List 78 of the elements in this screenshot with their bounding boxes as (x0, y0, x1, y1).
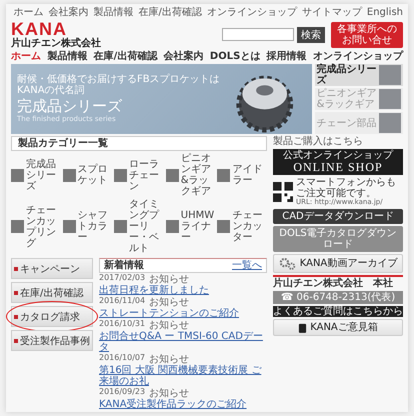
photo-placeholder (379, 113, 401, 133)
photo-placeholder (62, 168, 76, 182)
photo-placeholder (217, 220, 230, 233)
nav-tab[interactable]: オンラインショップ (312, 51, 403, 62)
header-link[interactable]: 会社案内 (48, 7, 89, 18)
logo-text: KANA (11, 20, 67, 38)
category-link[interactable]: チェーンカッター (232, 210, 267, 243)
nav-tab[interactable]: 会社案内 (164, 51, 204, 62)
series-tab[interactable]: 完成品シリーズ (314, 64, 403, 86)
news-link[interactable]: 第16回 大阪 関西機械要素技術展 ご来場のお礼 (99, 365, 267, 387)
photo-placeholder (11, 168, 24, 182)
qr-code-icon (273, 182, 293, 202)
photo-placeholder (114, 168, 128, 182)
hero-tagline: 耐候・低価格でお届けするFBスプロケットは KANAの代名詞 (17, 74, 220, 96)
photo-placeholder (166, 168, 179, 182)
head-office-label: 片山チエン株式会社 本社 (273, 274, 403, 289)
news-date: 2016/11/04 (99, 297, 146, 307)
news-link[interactable]: 出荷日程を更新しました (99, 285, 267, 296)
qr-caption: スマートフォンからもご注文可能です。 (296, 177, 397, 200)
category-link[interactable]: 完成品シリーズ (26, 158, 61, 192)
news-date: 2016/09/23 (99, 388, 146, 398)
section-heading: 製品ご購入はこちら (273, 136, 364, 147)
shop-banner[interactable]: 公式オンラインショップ ONLINE SHOP (273, 149, 403, 176)
category-link[interactable]: ピニオンギア&ラックギア (180, 153, 216, 197)
photo-placeholder (217, 168, 230, 182)
cad-download-button[interactable]: CADデータダウンロード (273, 208, 403, 224)
header-link[interactable]: 製品情報 (94, 7, 134, 18)
hero-title: 完成品シリーズ (17, 98, 123, 114)
news-title: 新着情報 (104, 260, 144, 271)
news-tag: お知らせ (149, 274, 190, 285)
nav-tab[interactable]: 採用情報 (266, 51, 307, 62)
nav-tab[interactable]: 在庫/出荷確認 (94, 51, 158, 62)
nav-tab[interactable]: DOLSとは (210, 51, 260, 62)
photo-placeholder (11, 220, 24, 233)
news-tag: お知らせ (149, 297, 190, 308)
header-link[interactable]: 在庫/出荷確認 (138, 7, 202, 18)
header-link[interactable]: English (366, 7, 403, 18)
company-name: 片山チエン株式会社 (11, 38, 102, 49)
news-date: 2016/10/07 (99, 354, 146, 364)
news-link[interactable]: お問合せQ&A ー TMSI-60 CADデータ (99, 331, 267, 353)
photo-placeholder (166, 220, 179, 233)
news-date: 2017/02/03 (99, 274, 146, 284)
menu-button[interactable]: キャンペーン (11, 258, 93, 279)
contact-button[interactable]: 各事業所への お問い合せ (331, 22, 403, 48)
category-link[interactable]: ローラチェーン (129, 158, 164, 192)
faq-link[interactable]: よくあるご質問はこちらから (273, 306, 403, 317)
phone-number: ☎ 06-6748-2313(代表) (273, 290, 403, 304)
news-link[interactable]: KANA受注製作品ラックのご紹介 (99, 399, 267, 410)
category-link[interactable]: UHMWライナー (180, 210, 216, 243)
nav-tab[interactable]: 製品情報 (47, 51, 88, 62)
menu-button[interactable]: 在庫/出荷確認 (11, 282, 93, 303)
category-link[interactable]: シャフトカラー (78, 210, 112, 243)
news-tag: お知らせ (149, 388, 190, 399)
nav-tab[interactable]: ホーム (11, 51, 41, 62)
photo-placeholder (114, 220, 128, 233)
category-link[interactable]: タイミングプーリー・ベルト (129, 199, 164, 254)
header-link[interactable]: サイトマップ (302, 7, 362, 18)
photo-placeholder (379, 89, 401, 109)
menu-button[interactable]: 受注製作品事例 (11, 330, 93, 351)
feedback-button[interactable]: KANAご意見箱 (273, 318, 403, 336)
category-link[interactable]: チェーンカップリング (26, 204, 61, 248)
header-link[interactable]: オンラインショップ (206, 7, 297, 18)
category-link[interactable]: アイドラー (232, 164, 267, 186)
header-link[interactable]: ホーム (14, 7, 44, 18)
category-link[interactable]: スプロケット (78, 164, 112, 186)
section-header: 製品カテゴリー一覧 (11, 136, 267, 151)
photo-placeholder (379, 65, 401, 85)
video-archive-button[interactable]: KANA動画アーカイブ (273, 254, 403, 273)
search-field[interactable] (222, 28, 294, 41)
news-tag: お知らせ (149, 320, 190, 331)
search-button[interactable]: 検索 (297, 26, 325, 42)
news-date: 2016/10/31 (99, 320, 146, 330)
news-tag: お知らせ (149, 354, 190, 365)
more-link[interactable]: 一覧へ (232, 260, 262, 271)
gears-icon (278, 256, 297, 270)
box-icon (298, 322, 308, 333)
photo-placeholder (62, 220, 76, 233)
news-link[interactable]: ストレートテンションのご紹介 (99, 308, 267, 319)
